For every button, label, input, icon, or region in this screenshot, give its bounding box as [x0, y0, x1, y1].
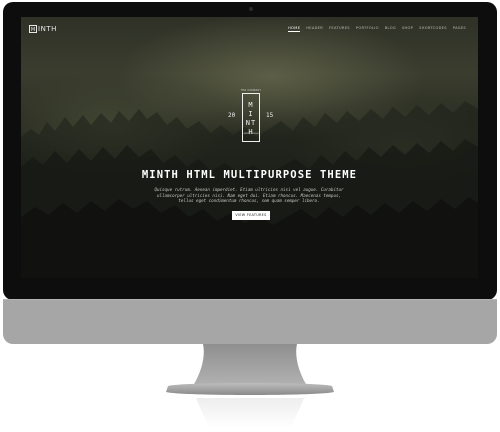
badge-letter: T: [251, 119, 257, 127]
main-nav: HOME HEADER FEATURES PORTFOLIO BLOG SHOP…: [288, 26, 466, 32]
nav-item-portfolio[interactable]: PORTFOLIO: [356, 26, 379, 32]
nav-item-header[interactable]: HEADER: [306, 26, 323, 32]
hero-title: MINTH HTML MULTIPURPOSE THEME: [141, 169, 358, 181]
nav-item-home[interactable]: HOME: [288, 26, 301, 32]
badge-year-right: 15: [266, 112, 274, 119]
stand-base: [166, 383, 334, 395]
nav-item-shop[interactable]: SHOP: [402, 26, 413, 32]
monitor-chin: [3, 300, 497, 344]
site-logo[interactable]: M INTH: [29, 24, 57, 34]
badge-letters: M I NT H: [243, 101, 259, 137]
camera-icon: [249, 7, 253, 11]
logo-text: INTH: [38, 25, 57, 33]
badge-sub-text: MINTH DESIGN: [243, 133, 259, 135]
badge-letter: M: [248, 101, 254, 109]
forest-background: [21, 101, 478, 278]
hero-badge: THE COMPANY M I NT H MINTH DESIGN: [238, 89, 264, 142]
stand-neck: [194, 344, 306, 384]
logo-mark: M: [29, 25, 37, 33]
view-features-button[interactable]: VIEW FEATURES: [232, 211, 270, 220]
nav-item-features[interactable]: FEATURES: [329, 26, 350, 32]
monitor-stand: [166, 344, 334, 428]
badge-year-left: 20: [228, 112, 236, 119]
nav-item-pages[interactable]: PAGES: [453, 26, 466, 32]
badge-letter: I: [248, 110, 254, 118]
nav-item-blog[interactable]: BLOG: [385, 26, 396, 32]
stand-reflection: [196, 398, 304, 428]
badge-frame: M I NT H MINTH DESIGN: [242, 93, 260, 142]
nav-item-shortcodes[interactable]: SHORTCODES: [419, 26, 447, 32]
badge-top-text: THE COMPANY: [240, 89, 262, 92]
hero-description: Quisque rutrum. Aenean imperdiet. Etiam …: [154, 187, 344, 204]
website-screen: M INTH HOME HEADER FEATURES PORTFOLIO BL…: [21, 17, 478, 278]
